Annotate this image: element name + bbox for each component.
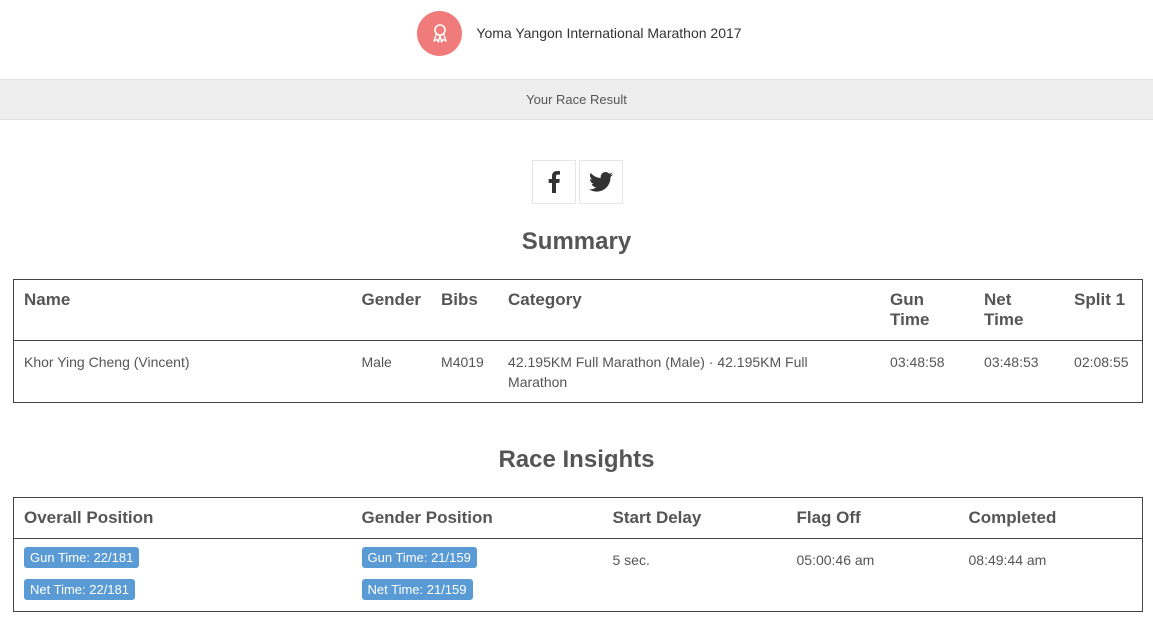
summary-header-row: Name Gender Bibs Category Gun Time Net T… [13, 280, 1143, 341]
col-start-delay: Start Delay [612, 508, 702, 527]
runner-gender: Male [361, 354, 392, 370]
gender-position-cell: Gun Time: 21/159 Net Time: 21/159 [352, 539, 603, 612]
col-name: Name [24, 290, 71, 309]
runner-bib: M4019 [441, 354, 484, 370]
col-gun-time: Gun Time [890, 290, 930, 329]
table-row: Gun Time: 22/181 Net Time: 22/181 Gun Ti… [14, 539, 1143, 612]
col-gender-position: Gender Position [361, 508, 493, 527]
col-category: Category [508, 290, 582, 309]
runner-name: Khor Ying Cheng (Vincent) [24, 354, 190, 370]
event-title: Yoma Yangon International Marathon 2017 [476, 25, 742, 41]
gender-net-time-badge: Net Time: 21/159 [361, 579, 473, 600]
insights-header-row: Overall Position Gender Position Start D… [13, 498, 1143, 539]
completed-value: 08:49:44 am [968, 552, 1047, 568]
twitter-share-button[interactable] [579, 160, 623, 204]
overall-position-cell: Gun Time: 22/181 Net Time: 22/181 [14, 539, 352, 612]
page-header: Yoma Yangon International Marathon 2017 [0, 0, 1153, 79]
insights-title: Race Insights [498, 446, 655, 473]
col-net-time: Net Time [984, 290, 1024, 329]
split-1-value: 02:08:55 [1074, 354, 1129, 370]
overall-net-time-badge: Net Time: 22/181 [24, 579, 135, 600]
col-overall-position: Overall Position [24, 508, 154, 527]
event-logo[interactable] [417, 10, 463, 56]
share-buttons [532, 160, 623, 204]
facebook-icon [548, 171, 560, 193]
col-split-1: Split 1 [1074, 290, 1126, 309]
gender-gun-time-badge: Gun Time: 21/159 [361, 547, 477, 568]
result-subheader: Your Race Result [0, 79, 1153, 120]
flag-off-value: 05:00:46 am [796, 552, 875, 568]
start-delay-value: 5 sec. [612, 552, 650, 568]
col-gender: Gender [361, 290, 422, 309]
col-completed: Completed [968, 508, 1057, 527]
subheader-label: Your Race Result [526, 92, 627, 107]
overall-gun-time-badge: Gun Time: 22/181 [24, 547, 140, 568]
table-row: Khor Ying Cheng (Vincent) Male M4019 42.… [14, 341, 1143, 403]
facebook-share-button[interactable] [532, 160, 576, 204]
summary-title: Summary [521, 228, 632, 255]
twitter-icon [589, 172, 613, 192]
col-bibs: Bibs [441, 290, 478, 309]
net-time-value: 03:48:53 [984, 354, 1039, 370]
runner-category: 42.195KM Full Marathon (Male) · 42.195KM… [508, 354, 808, 390]
gun-time-value: 03:48:58 [890, 354, 945, 370]
medal-ribbon-icon [433, 24, 447, 43]
summary-table: Name Gender Bibs Category Gun Time Net T… [13, 279, 1143, 403]
insights-table: Overall Position Gender Position Start D… [13, 497, 1143, 612]
col-flag-off: Flag Off [796, 508, 861, 527]
